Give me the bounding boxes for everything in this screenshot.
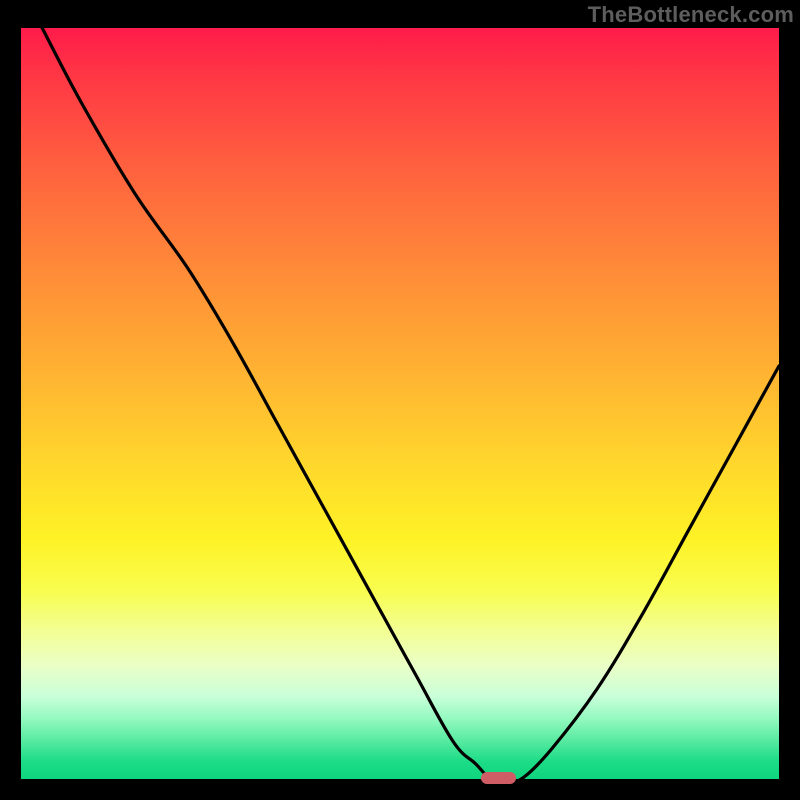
watermark-text: TheBottleneck.com: [588, 2, 794, 28]
chart-frame: TheBottleneck.com: [0, 0, 800, 800]
optimal-point-marker: [481, 772, 515, 784]
bottleneck-curve-path: [42, 28, 779, 779]
bottleneck-curve-svg: [21, 28, 779, 779]
